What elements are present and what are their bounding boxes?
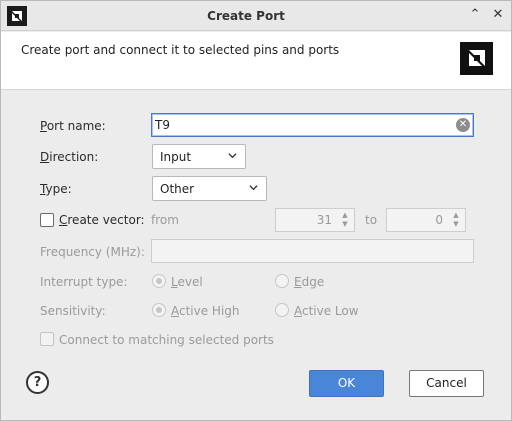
active-low-label: Active Low <box>294 304 359 318</box>
ok-button[interactable]: OK <box>309 370 384 397</box>
interrupt-type-label: Interrupt type: <box>40 275 128 289</box>
to-value: 0 <box>435 213 443 227</box>
title-bar: Create Port ⌃ ✕ <box>1 1 511 31</box>
interrupt-level-label: Level <box>171 275 203 289</box>
active-high-radio[interactable] <box>152 303 166 317</box>
spinner-arrows-icon[interactable]: ▲ ▼ <box>340 211 350 229</box>
direction-select[interactable]: Input <box>152 144 246 169</box>
active-high-label: Active High <box>171 304 240 318</box>
sensitivity-label: Sensitivity: <box>40 304 106 318</box>
frequency-label: Frequency (MHz): <box>40 245 145 259</box>
port-name-value: T9 <box>155 118 170 132</box>
window-title: Create Port <box>207 9 285 23</box>
create-vector-label: Create vector: <box>59 213 145 227</box>
active-low-radio[interactable] <box>275 303 289 317</box>
direction-value: Input <box>160 150 192 164</box>
chevron-down-icon <box>249 185 258 191</box>
chevron-down-icon <box>228 153 237 159</box>
amd-logo-icon <box>460 42 493 75</box>
connect-matching-checkbox[interactable] <box>40 332 54 346</box>
interrupt-edge-radio[interactable] <box>275 274 289 288</box>
collapse-icon[interactable]: ⌃ <box>467 7 483 23</box>
create-port-dialog: Create Port ⌃ ✕ Create port and connect … <box>0 0 512 421</box>
type-value: Other <box>160 182 195 196</box>
interrupt-edge-label: Edge <box>294 275 325 289</box>
port-name-input[interactable]: T9 ✕ <box>151 113 474 137</box>
direction-label: Direction: <box>40 150 99 164</box>
type-label: Type: <box>40 182 72 196</box>
dialog-description: Create port and connect it to selected p… <box>21 43 340 57</box>
interrupt-level-radio[interactable] <box>152 274 166 288</box>
from-label: from <box>151 213 179 227</box>
help-button[interactable]: ? <box>26 371 49 394</box>
port-name-label: Port name: <box>40 119 106 133</box>
close-icon[interactable]: ✕ <box>490 7 506 23</box>
to-label: to <box>365 213 378 227</box>
to-spinner[interactable]: 0 ▲ ▼ <box>386 208 466 232</box>
from-spinner[interactable]: 31 ▲ ▼ <box>275 208 355 232</box>
spinner-arrows-icon[interactable]: ▲ ▼ <box>451 211 461 229</box>
from-value: 31 <box>316 213 332 227</box>
create-vector-checkbox[interactable] <box>40 213 54 227</box>
type-select[interactable]: Other <box>152 176 267 201</box>
connect-matching-label: Connect to matching selected ports <box>59 333 274 347</box>
dialog-header: Create port and connect it to selected p… <box>1 32 511 90</box>
clear-icon[interactable]: ✕ <box>456 118 470 132</box>
frequency-input[interactable] <box>151 239 474 263</box>
cancel-button[interactable]: Cancel <box>409 370 484 397</box>
